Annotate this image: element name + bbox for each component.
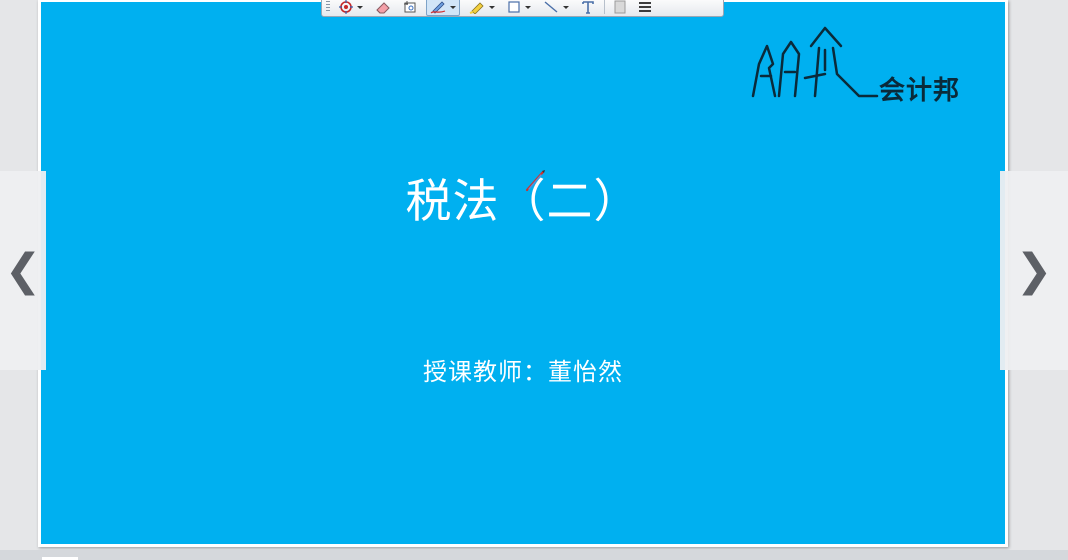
chevron-down-icon [489, 5, 495, 9]
toolbar-grip-handle[interactable] [326, 1, 330, 13]
line-icon [544, 1, 558, 13]
menu-button[interactable] [635, 0, 655, 16]
highlighter-button[interactable] [466, 0, 498, 16]
slide-frame: 会计邦 税法（二） 授课教师：董怡然 [38, 0, 1008, 547]
pen-button[interactable] [426, 0, 460, 16]
screenshot-button[interactable] [400, 0, 420, 16]
text-icon [582, 1, 594, 14]
toolbar-separator [604, 0, 605, 14]
chevron-down-icon [357, 5, 363, 9]
next-slide-button[interactable]: ❯ [1000, 171, 1068, 370]
slide-canvas[interactable]: 会计邦 税法（二） 授课教师：董怡然 [41, 2, 1005, 544]
color-swatch-icon [614, 0, 626, 14]
chevron-left-icon: ❮ [4, 245, 42, 296]
eraser-button[interactable] [372, 0, 394, 16]
chevron-down-icon [450, 5, 456, 9]
highlighter-icon [469, 2, 484, 14]
annotation-toolbar [321, 0, 724, 17]
pen-icon [430, 1, 446, 14]
line-button[interactable] [540, 0, 572, 16]
pointer-options-button[interactable] [336, 0, 366, 16]
logo-text: 会计邦 [879, 76, 961, 106]
color-button[interactable] [611, 0, 629, 16]
text-button[interactable] [578, 0, 598, 16]
menu-icon [639, 2, 651, 12]
eraser-icon [376, 2, 390, 14]
target-icon [339, 0, 353, 14]
rectangle-button[interactable] [504, 0, 534, 16]
brand-logo: 会计邦 [749, 24, 994, 106]
slide-subtitle: 授课教师：董怡然 [423, 358, 623, 386]
chevron-down-icon [563, 5, 569, 9]
presentation-viewer: 会计邦 税法（二） 授课教师：董怡然 ❮ ❯ [0, 0, 1068, 560]
bottom-status-strip [0, 550, 1068, 560]
previous-slide-button[interactable]: ❮ [0, 171, 46, 370]
screenshot-icon [404, 1, 416, 13]
chevron-down-icon [525, 5, 531, 9]
chevron-right-icon: ❯ [1015, 245, 1053, 296]
pen-cursor-icon [525, 170, 545, 192]
rectangle-icon [508, 1, 520, 13]
